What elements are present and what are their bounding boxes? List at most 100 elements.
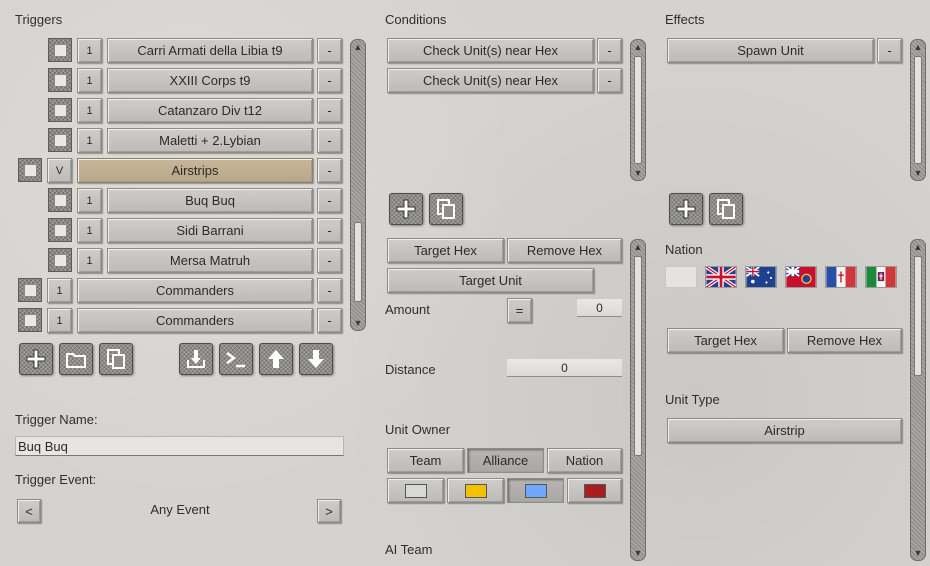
scroll-down-icon[interactable]: ▼ — [633, 168, 643, 178]
add-effect-button[interactable] — [669, 193, 703, 225]
condition-remove-hex-button[interactable]: Remove Hex — [507, 238, 622, 263]
trigger-checkbox[interactable] — [18, 158, 42, 182]
trigger-item[interactable]: Airstrips — [77, 158, 313, 183]
trigger-count-button[interactable]: 1 — [47, 278, 72, 303]
flag-india-icon[interactable] — [785, 266, 817, 288]
effect-item[interactable]: Spawn Unit — [667, 38, 874, 63]
trigger-count-button[interactable]: 1 — [77, 38, 102, 63]
trigger-item[interactable]: Commanders — [77, 308, 313, 333]
flag-uk-icon[interactable] — [705, 266, 737, 288]
team-color-red[interactable] — [567, 478, 622, 503]
scroll-down-icon[interactable]: ▼ — [913, 168, 923, 178]
scroll-thumb[interactable] — [634, 56, 642, 164]
copy-trigger-button[interactable] — [99, 343, 133, 375]
trigger-checkbox[interactable] — [48, 38, 72, 62]
trigger-checkbox[interactable] — [48, 68, 72, 92]
flag-blank-icon[interactable] — [665, 266, 697, 288]
trigger-delete-button[interactable]: - — [317, 188, 342, 213]
copy-effect-button[interactable] — [709, 193, 743, 225]
trigger-item[interactable]: Sidi Barrani — [107, 218, 313, 243]
effect-target-hex-button[interactable]: Target Hex — [667, 328, 784, 353]
trigger-item[interactable]: Catanzaro Div t12 — [107, 98, 313, 123]
distance-input[interactable]: 0 — [507, 359, 622, 377]
scroll-down-icon[interactable]: ▼ — [913, 548, 923, 558]
trigger-count-button[interactable]: 1 — [77, 218, 102, 243]
trigger-checkbox[interactable] — [18, 308, 42, 332]
triggers-scrollbar[interactable]: ▲ ▼ — [350, 39, 366, 331]
trigger-checkbox[interactable] — [48, 248, 72, 272]
effect-delete-button[interactable]: - — [877, 38, 902, 63]
trigger-delete-button[interactable]: - — [317, 308, 342, 333]
trigger-item[interactable]: Carri Armati della Libia t9 — [107, 38, 313, 63]
trigger-item[interactable]: Commanders — [77, 278, 313, 303]
trigger-count-button[interactable]: 1 — [77, 98, 102, 123]
trigger-delete-button[interactable]: - — [317, 158, 342, 183]
trigger-delete-button[interactable]: - — [317, 218, 342, 243]
move-down-button[interactable] — [299, 343, 333, 375]
trigger-delete-button[interactable]: - — [317, 248, 342, 273]
add-condition-button[interactable] — [389, 193, 423, 225]
trigger-item[interactable]: XXIII Corps t9 — [107, 68, 313, 93]
scroll-up-icon[interactable]: ▲ — [913, 242, 923, 252]
trigger-item[interactable]: Mersa Matruh — [107, 248, 313, 273]
scroll-down-icon[interactable]: ▼ — [353, 318, 363, 328]
unit-type-select[interactable]: Airstrip — [667, 418, 902, 443]
flag-australia-icon[interactable] — [745, 266, 777, 288]
team-color-yellow[interactable] — [447, 478, 504, 503]
trigger-delete-button[interactable]: - — [317, 278, 342, 303]
owner-tab-alliance[interactable]: Alliance — [467, 448, 544, 473]
trigger-count-button[interactable]: V — [47, 158, 72, 183]
trigger-delete-button[interactable]: - — [317, 128, 342, 153]
trigger-item[interactable]: Buq Buq — [107, 188, 313, 213]
condition-target-hex-button[interactable]: Target Hex — [387, 238, 504, 263]
copy-condition-button[interactable] — [429, 193, 463, 225]
scroll-thumb[interactable] — [634, 256, 642, 456]
scroll-up-icon[interactable]: ▲ — [633, 242, 643, 252]
team-color-blue[interactable] — [507, 478, 564, 503]
owner-tab-nation[interactable]: Nation — [547, 448, 622, 473]
condition-item[interactable]: Check Unit(s) near Hex — [387, 38, 594, 63]
trigger-delete-button[interactable]: - — [317, 68, 342, 93]
scroll-thumb[interactable] — [914, 256, 922, 376]
move-up-button[interactable] — [259, 343, 293, 375]
scroll-up-icon[interactable]: ▲ — [913, 42, 923, 52]
effect-details-scrollbar[interactable]: ▲ ▼ — [910, 239, 926, 561]
condition-delete-button[interactable]: - — [597, 68, 622, 93]
amount-operator-button[interactable]: = — [507, 298, 532, 323]
conditions-scrollbar[interactable]: ▲ ▼ — [630, 39, 646, 181]
owner-tab-team[interactable]: Team — [387, 448, 464, 473]
scroll-thumb[interactable] — [914, 56, 922, 164]
trigger-delete-button[interactable]: - — [317, 98, 342, 123]
trigger-count-button[interactable]: 1 — [77, 128, 102, 153]
trigger-checkbox[interactable] — [48, 128, 72, 152]
import-button[interactable] — [179, 343, 213, 375]
trigger-delete-button[interactable]: - — [317, 38, 342, 63]
flag-italy-icon[interactable] — [865, 266, 897, 288]
trigger-count-button[interactable]: 1 — [77, 188, 102, 213]
scroll-up-icon[interactable]: ▲ — [353, 42, 363, 52]
trigger-item[interactable]: Maletti + 2.Lybian — [107, 128, 313, 153]
event-next-button[interactable]: > — [317, 499, 341, 523]
effect-remove-hex-button[interactable]: Remove Hex — [787, 328, 902, 353]
event-prev-button[interactable]: < — [17, 499, 41, 523]
scroll-thumb[interactable] — [354, 222, 362, 302]
trigger-checkbox[interactable] — [18, 278, 42, 302]
flag-france-icon[interactable] — [825, 266, 857, 288]
add-trigger-button[interactable] — [19, 343, 53, 375]
team-color-white[interactable] — [387, 478, 444, 503]
scroll-up-icon[interactable]: ▲ — [633, 42, 643, 52]
condition-item[interactable]: Check Unit(s) near Hex — [387, 68, 594, 93]
condition-details-scrollbar[interactable]: ▲ ▼ — [630, 239, 646, 561]
trigger-checkbox[interactable] — [48, 218, 72, 242]
trigger-count-button[interactable]: 1 — [77, 68, 102, 93]
trigger-checkbox[interactable] — [48, 188, 72, 212]
trigger-count-button[interactable]: 1 — [77, 248, 102, 273]
condition-delete-button[interactable]: - — [597, 38, 622, 63]
open-folder-button[interactable] — [59, 343, 93, 375]
target-unit-button[interactable]: Target Unit — [387, 268, 594, 293]
scroll-down-icon[interactable]: ▼ — [633, 548, 643, 558]
trigger-checkbox[interactable] — [48, 98, 72, 122]
effects-scrollbar[interactable]: ▲ ▼ — [910, 39, 926, 181]
trigger-count-button[interactable]: 1 — [47, 308, 72, 333]
amount-input[interactable]: 0 — [577, 299, 622, 317]
